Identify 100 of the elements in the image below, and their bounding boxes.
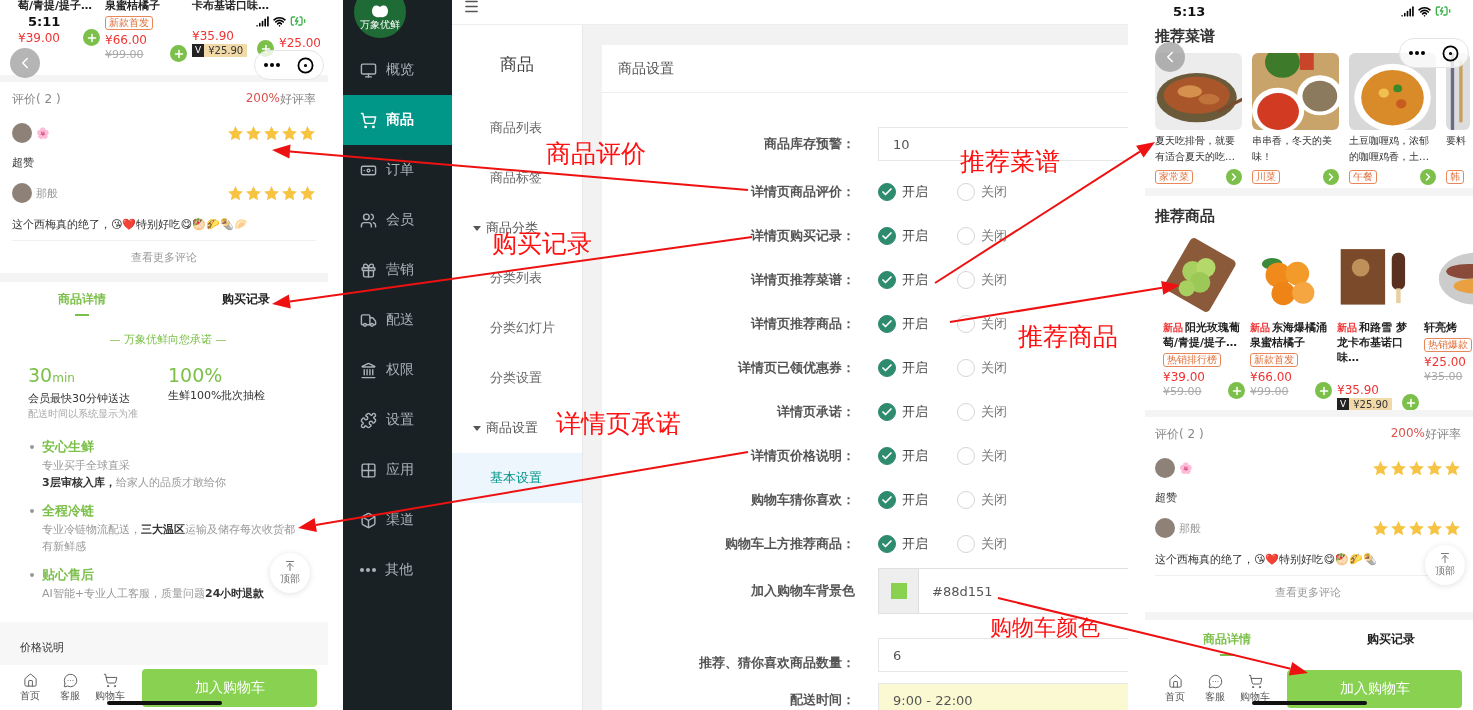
wifi-icon (273, 14, 286, 28)
radio-option[interactable]: 关闭 (957, 403, 1036, 421)
radio-option[interactable]: 开启 (878, 271, 957, 289)
tab-bar-item[interactable]: 首页 (1155, 673, 1195, 704)
original-price: ¥59.00 (1163, 385, 1203, 399)
check-icon (881, 274, 893, 286)
subnav-item[interactable]: 分类列表 (452, 268, 546, 288)
sidebar-item[interactable]: 商品 (343, 95, 452, 145)
reviewer-name: 🌸 (36, 126, 50, 140)
close-button[interactable] (1442, 44, 1460, 62)
star-icon (299, 124, 316, 142)
open-recipe-button[interactable] (1323, 169, 1339, 185)
radio-option[interactable]: 开启 (878, 491, 957, 509)
subnav-item[interactable]: 分类幻灯片 (452, 318, 559, 338)
radio-option[interactable]: 关闭 (957, 359, 1036, 377)
bullet-dot (30, 509, 34, 513)
sidebar-item[interactable]: 权限 (343, 345, 452, 395)
radio-option[interactable]: 关闭 (957, 227, 1036, 245)
users-icon (360, 211, 377, 229)
radio-option[interactable]: 开启 (878, 447, 957, 465)
sidebar-item[interactable]: 配送 (343, 295, 452, 345)
radio-option[interactable]: 开启 (878, 315, 957, 333)
reviews-title: 评价( 2 ) (1155, 425, 1204, 443)
more-icon (1408, 51, 1425, 55)
more-button[interactable] (1408, 51, 1425, 55)
radio-option[interactable]: 关闭 (957, 535, 1036, 553)
open-recipe-button[interactable] (1420, 169, 1436, 185)
box-icon (360, 511, 377, 529)
input-field[interactable]: 9:00 - 22:00 (878, 683, 1128, 710)
product-price: ¥25.00 (1424, 355, 1466, 370)
product-price: ¥35.90 (192, 29, 235, 44)
tab-bar-item[interactable]: 客服 (50, 672, 90, 703)
star-icon (1372, 459, 1389, 477)
radio-option[interactable]: 关闭 (957, 491, 1036, 509)
sidebar-item[interactable]: 设置 (343, 395, 452, 445)
radio-option[interactable]: 开启 (878, 403, 957, 421)
promise-text: 3层审核入库，给家人的品质才敢给你 (42, 475, 226, 491)
rating-label: 好评率 (1425, 425, 1461, 443)
input-field[interactable]: 6 (878, 638, 1128, 672)
check-icon (881, 318, 893, 330)
stat-value: 100% (168, 363, 224, 388)
radio-option[interactable]: 开启 (878, 227, 957, 245)
plus-icon (85, 31, 98, 44)
field-label: 详情页商品评价： (749, 183, 855, 201)
annotation-label: 详情页承诺 (556, 410, 681, 438)
tab-bar-item[interactable]: 首页 (10, 672, 50, 703)
product-price: ¥39.00 (18, 31, 60, 46)
avatar-icon (1155, 518, 1175, 538)
add-button[interactable] (1315, 382, 1332, 399)
radio-option[interactable]: 开启 (878, 535, 957, 553)
detail-tab[interactable]: 购买记录 (164, 282, 328, 324)
add-button[interactable] (83, 29, 100, 46)
subnav-item[interactable]: 商品标签 (452, 168, 546, 188)
close-button[interactable] (297, 56, 315, 74)
radio-option[interactable]: 关闭 (957, 447, 1036, 465)
review-comment: 这个西梅真的绝了，😘❤特别好吃😋🥙🌮🌯 (1155, 552, 1377, 568)
open-recipe-button[interactable] (1226, 169, 1242, 185)
sidebar-item[interactable]: 营销 (343, 245, 452, 295)
tab-bar-item[interactable]: 购物车 (1235, 673, 1275, 704)
radio-option[interactable]: 开启 (878, 183, 957, 201)
radio-option[interactable]: 关闭 (957, 271, 1036, 289)
sidebar-item[interactable]: 概览 (343, 45, 452, 95)
tab-bar-item[interactable]: 客服 (1195, 673, 1235, 704)
detail-tab[interactable]: 购买记录 (1309, 620, 1473, 667)
bullet-dot (30, 573, 34, 577)
section-title: 推荐商品 (1155, 206, 1216, 226)
product-price: ¥39.00 (1163, 370, 1205, 385)
sidebar-item[interactable]: 渠道 (343, 495, 452, 545)
sidebar-item[interactable]: 其他 (343, 545, 452, 595)
stat-description: 生鲜100%批次抽检 (168, 388, 267, 404)
cart-icon (102, 672, 118, 688)
product-price: ¥66.00 (1250, 370, 1292, 385)
star-icon (227, 124, 244, 142)
field-label: 配送时间： (789, 691, 855, 709)
promise-title: 贴心售后 (42, 566, 94, 584)
subnav-title: 商品 (499, 52, 535, 76)
status-time: 5:11 (28, 13, 61, 29)
annotation-label: 推荐商品 (1018, 323, 1118, 351)
subnav-item[interactable]: 分类设置 (452, 368, 546, 388)
more-button[interactable] (263, 63, 280, 67)
radio-option[interactable]: 关闭 (957, 183, 1036, 201)
monitor-icon (360, 61, 377, 79)
sidebar-item[interactable]: 会员 (343, 195, 452, 245)
sidebar-item[interactable]: 应用 (343, 445, 452, 495)
add-button[interactable] (1228, 382, 1245, 399)
product-tag: 新款首发 (1250, 353, 1298, 367)
subnav-item[interactable]: 商品列表 (452, 118, 546, 138)
signal-icon (1401, 4, 1414, 18)
sidebar-item[interactable]: 订单 (343, 145, 452, 195)
add-button[interactable] (170, 45, 187, 62)
radio-option[interactable]: 开启 (878, 359, 957, 377)
menu-icon[interactable] (463, 0, 480, 15)
back-to-top-button[interactable]: 顶部 (270, 553, 310, 593)
back-button[interactable] (10, 48, 40, 78)
back-to-top-button[interactable]: 顶部 (1425, 545, 1465, 585)
status-time: 5:13 (1173, 3, 1206, 19)
field-label: 详情页推荐商品： (749, 315, 855, 333)
subnav-group[interactable]: 商品设置 (452, 418, 542, 438)
back-button[interactable] (1155, 42, 1185, 72)
tab-bar-item[interactable]: 购物车 (90, 672, 130, 703)
